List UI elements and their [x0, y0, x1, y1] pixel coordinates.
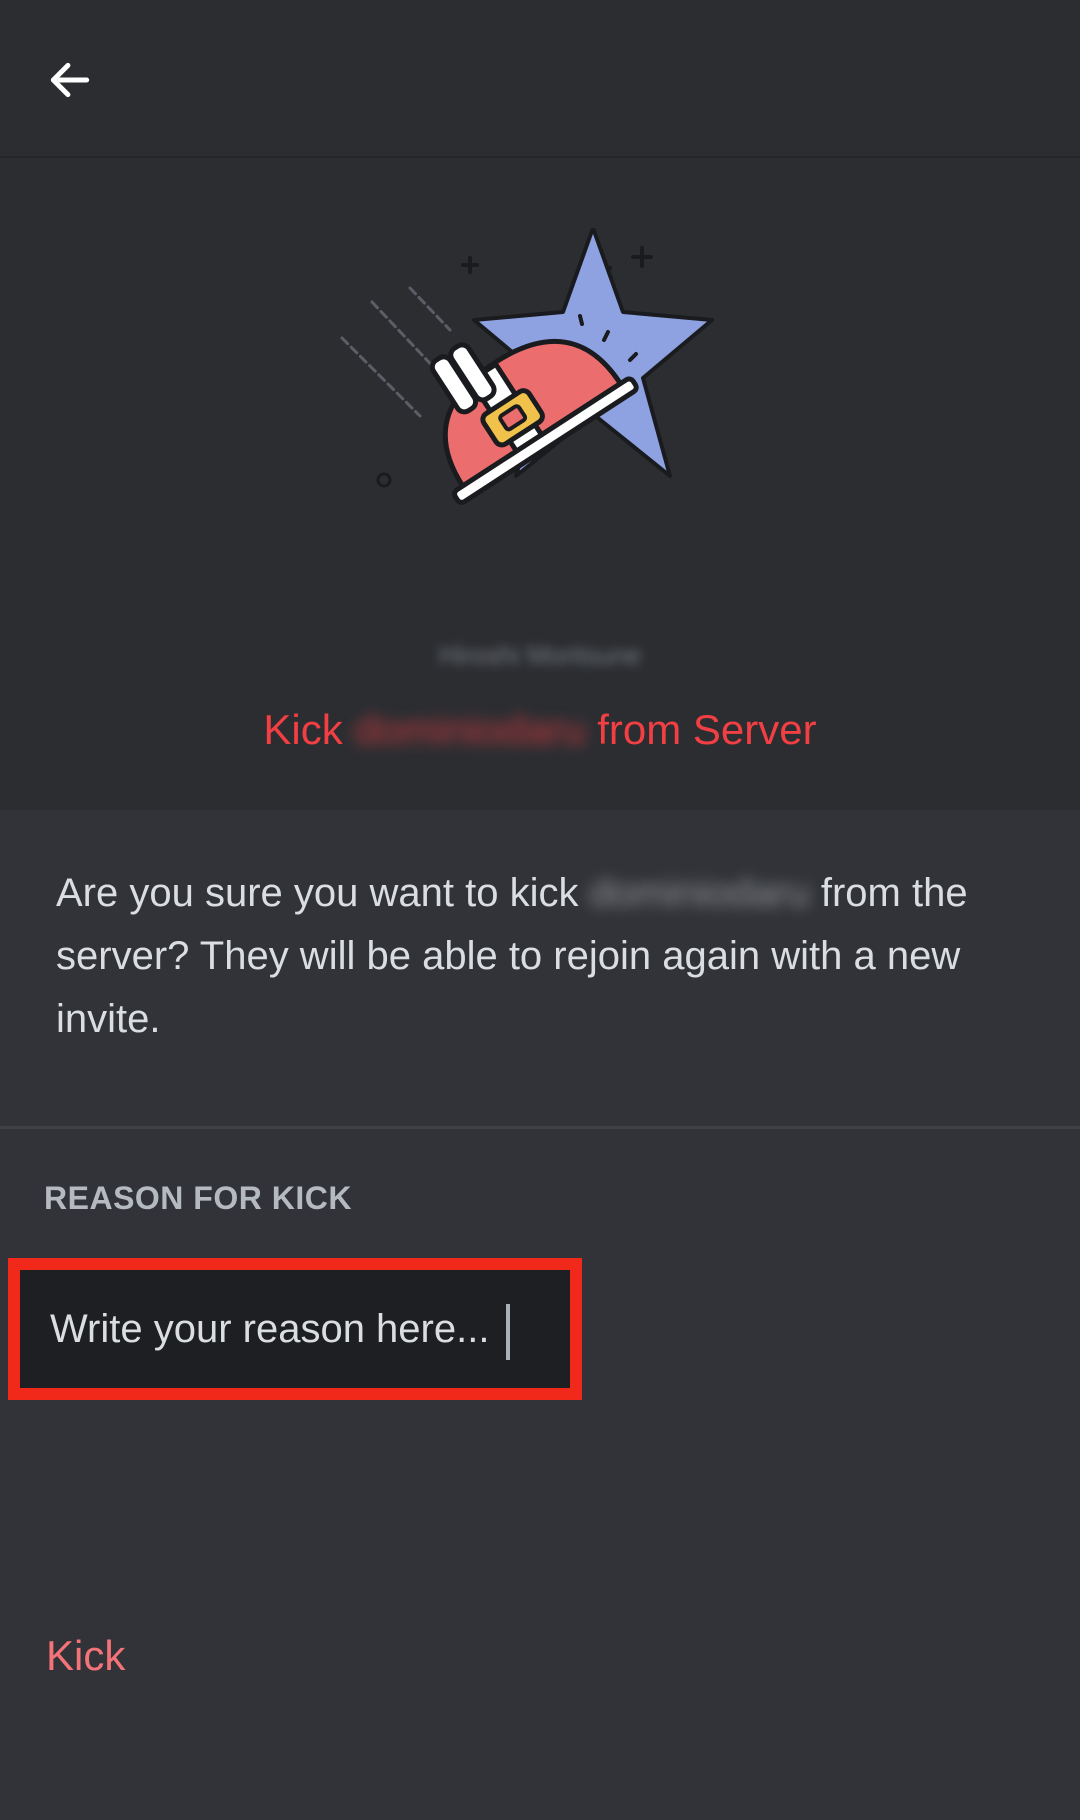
confirm-username: dominiodaru [589, 871, 810, 915]
page-title: Kick dominiodaru from Server [0, 706, 1080, 754]
arrow-left-icon [50, 62, 90, 98]
title-username: dominiodaru [354, 706, 586, 753]
reason-label: REASON FOR KICK [44, 1180, 352, 1216]
kick-hero: Hiroshi Moritsune Kick dominiodaru from … [0, 158, 1080, 810]
confirm-message: Are you sure you want to kick dominiodar… [56, 862, 1036, 1051]
section-divider [0, 1126, 1080, 1129]
back-button[interactable] [40, 50, 100, 110]
top-bar [0, 0, 1080, 158]
reason-input[interactable] [20, 1270, 570, 1388]
server-name: Hiroshi Moritsune [438, 640, 642, 670]
title-suffix: from Server [597, 706, 817, 753]
kick-member-screen: Hiroshi Moritsune Kick dominiodaru from … [0, 0, 1080, 1820]
santa-hat-kick-illustration [340, 228, 714, 505]
reason-field-highlight [8, 1258, 582, 1400]
confirm-prefix: Are you sure you want to kick [56, 871, 579, 915]
text-caret [506, 1304, 510, 1360]
title-prefix: Kick [263, 706, 343, 753]
kick-button[interactable]: Kick [46, 1632, 125, 1680]
